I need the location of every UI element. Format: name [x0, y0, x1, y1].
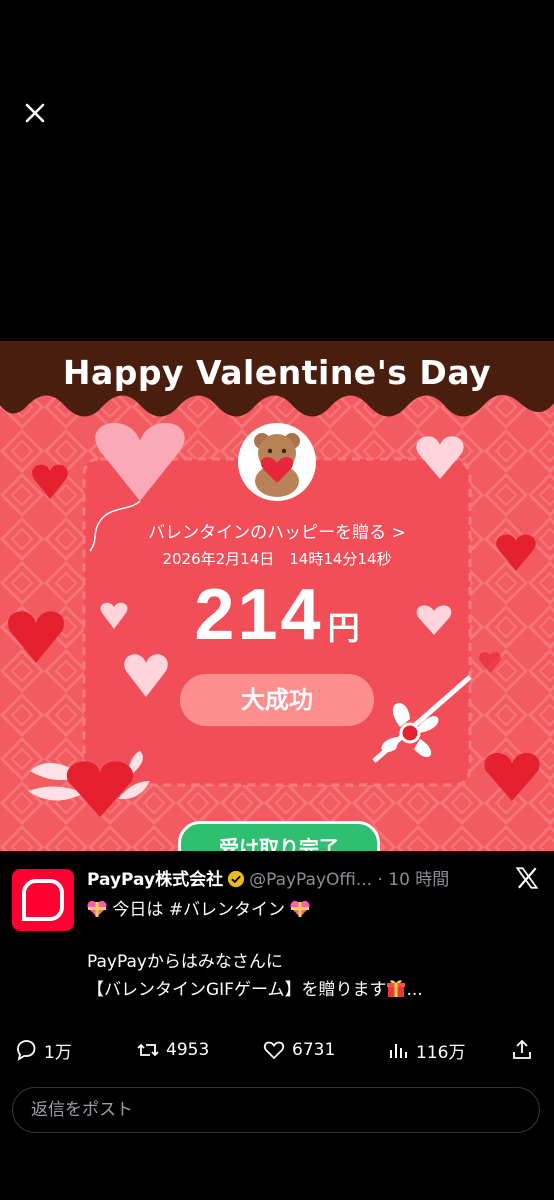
views-button[interactable]: 116万 [386, 1035, 465, 1065]
result-badge: 大成功 [180, 674, 374, 726]
tweet-line-1: 今日は #バレンタイン [87, 895, 311, 920]
send-happy-link[interactable]: バレンタインのハッピーを贈る > [0, 518, 554, 543]
received-button[interactable]: 受け取り完了 [178, 821, 380, 851]
amount-currency: 円 [327, 609, 360, 647]
paypay-logo-icon [22, 879, 64, 921]
like-button[interactable]: 6731 [262, 1035, 335, 1065]
tweet-line-3-text: 【バレンタインGIFゲーム】を贈ります [87, 980, 387, 1000]
share-icon [513, 1039, 531, 1059]
reply-composer[interactable] [12, 1087, 540, 1133]
heart-gift-emoji-icon [87, 900, 107, 917]
tweet-line-1-text: 今日は [112, 900, 169, 920]
heart-gift-emoji-icon [290, 900, 311, 917]
valentine-title: Happy Valentine's Day [62, 353, 492, 392]
share-button[interactable] [510, 1035, 534, 1065]
reply-count: 1万 [44, 1042, 72, 1063]
gift-emoji-icon [387, 980, 406, 997]
avatar[interactable] [12, 869, 74, 931]
reply-button[interactable]: 1万 [14, 1035, 72, 1065]
retweet-icon [137, 1043, 159, 1057]
x-logo-icon[interactable] [514, 865, 540, 891]
valentine-image[interactable]: Happy Valentine's Day バレンタインのハッピーを贈る > 2… [0, 341, 554, 851]
tweet-line-3-ellipsis: ... [406, 980, 423, 1000]
reply-input[interactable] [13, 1088, 539, 1132]
tweet-line-2: PayPayからはみなさんに [87, 952, 283, 972]
reply-icon [17, 1040, 36, 1061]
heart-icon [263, 1041, 285, 1060]
views-icon [390, 1044, 407, 1058]
author-name[interactable]: PayPay株式会社 [87, 870, 223, 890]
tweet-line-3: 【バレンタインGIFゲーム】を贈ります... [87, 975, 423, 1000]
amount-value: 214 [194, 575, 324, 655]
verified-badge-icon [227, 870, 245, 888]
tweet-time[interactable]: · 10 時間 [377, 870, 449, 890]
tweet-actions: 1万 4953 6731 116万 [0, 1035, 554, 1065]
tweet-panel: PayPay株式会社 @PayPayOffi... · 10 時間 今日は #バレ… [0, 851, 554, 1200]
retweet-button[interactable]: 4953 [136, 1035, 209, 1065]
views-count: 116万 [416, 1042, 466, 1063]
like-count: 6731 [292, 1040, 336, 1060]
author-handle[interactable]: @PayPayOffi... [249, 870, 372, 890]
tweet-header: PayPay株式会社 @PayPayOffi... · 10 時間 [87, 865, 507, 890]
datetime-label: 2026年2月14日 14時14分14秒 [162, 550, 392, 568]
close-icon[interactable] [18, 96, 52, 130]
amount-display: 214 円 [0, 574, 554, 656]
hashtag-link[interactable]: #バレンタイン [169, 900, 285, 920]
retweet-count: 4953 [166, 1040, 210, 1060]
